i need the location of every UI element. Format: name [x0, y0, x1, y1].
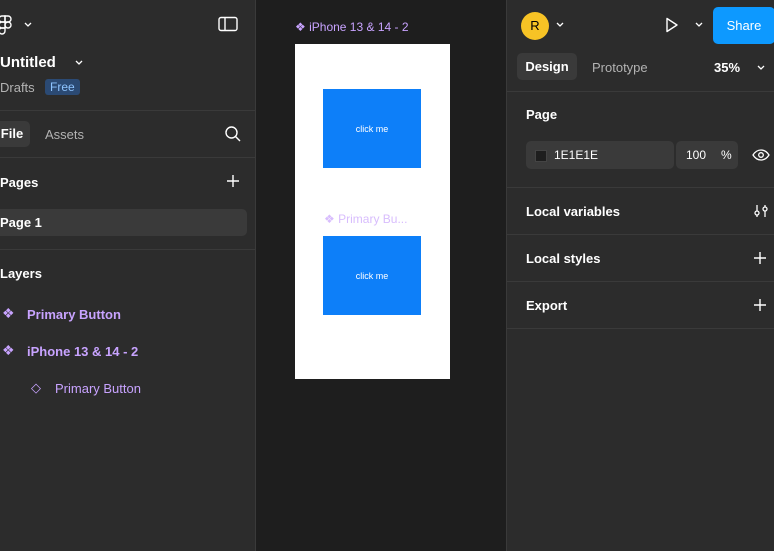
zoom-level[interactable]: 35%	[714, 60, 740, 75]
file-name[interactable]: Untitled	[0, 54, 56, 71]
color-swatch[interactable]	[535, 150, 547, 162]
component-icon: ❖	[2, 342, 15, 358]
tab-design[interactable]: Design	[517, 53, 577, 80]
opacity-field[interactable]: 100 %	[676, 141, 738, 169]
chevron-down-icon[interactable]	[556, 22, 564, 28]
component-icon: ❖	[295, 20, 306, 34]
button-text: click me	[355, 270, 389, 281]
page-section-heading: Page	[526, 107, 558, 122]
layers-panel: Untitled Drafts Free File Assets Pages P…	[0, 0, 256, 551]
figma-logo-icon	[0, 15, 12, 35]
zoom-chevron-icon[interactable]	[757, 65, 765, 71]
primary-button-instance[interactable]: click me	[323, 236, 421, 315]
toggle-sidebar-button[interactable]	[218, 16, 238, 34]
component-icon: ❖	[2, 305, 15, 321]
canvas[interactable]: ❖ iPhone 13 & 14 - 2 click me ❖ Primary …	[256, 0, 506, 551]
opacity-value: 100	[686, 148, 707, 162]
avatar[interactable]: R	[521, 12, 549, 40]
plan-badge: Free	[45, 79, 80, 95]
main-menu-button[interactable]	[0, 14, 36, 36]
button-text: click me	[355, 123, 389, 134]
frame-label[interactable]: ❖ iPhone 13 & 14 - 2	[295, 20, 409, 34]
background-color-field[interactable]: 1E1E1E	[526, 141, 674, 169]
add-page-icon[interactable]	[226, 174, 240, 188]
tab-assets[interactable]: Assets	[45, 127, 84, 142]
share-button[interactable]: Share	[713, 7, 774, 44]
eye-icon[interactable]	[752, 149, 770, 161]
properties-panel: R Share Design Prototype 35% Page 1E1E1E…	[506, 0, 774, 551]
pages-heading: Pages	[0, 175, 39, 190]
opacity-unit: %	[721, 148, 732, 162]
tab-file[interactable]: File	[0, 121, 30, 147]
add-export-icon[interactable]	[753, 298, 767, 312]
page-item-selected[interactable]: Page 1	[0, 209, 247, 236]
sidebar-icon	[218, 16, 238, 32]
layer-label: iPhone 13 & 14 - 2	[27, 344, 139, 359]
present-options-chevron-icon[interactable]	[695, 22, 703, 28]
layer-row[interactable]: ◇ Primary Button	[0, 378, 240, 398]
search-icon[interactable]	[224, 125, 242, 143]
component-label[interactable]: ❖ Primary Bu...	[324, 212, 407, 226]
layer-label: Primary Button	[27, 307, 121, 322]
export-heading[interactable]: Export	[526, 298, 567, 313]
file-menu-chevron-icon[interactable]	[75, 60, 83, 66]
layer-row[interactable]: ❖ iPhone 13 & 14 - 2	[0, 341, 240, 361]
iphone-frame[interactable]: click me ❖ Primary Bu... click me	[295, 44, 450, 379]
play-icon[interactable]	[665, 17, 679, 33]
component-label-text: Primary Bu...	[338, 212, 408, 226]
chevron-down-icon	[24, 22, 32, 27]
add-style-icon[interactable]	[753, 251, 767, 265]
component-icon: ❖	[324, 212, 335, 226]
instance-icon: ◇	[31, 380, 41, 395]
primary-button-component[interactable]: click me	[323, 89, 421, 168]
layers-heading: Layers	[0, 266, 42, 281]
local-variables-heading[interactable]: Local variables	[526, 204, 620, 219]
local-styles-heading[interactable]: Local styles	[526, 251, 600, 266]
page-item-label: Page 1	[0, 215, 42, 230]
tab-prototype[interactable]: Prototype	[592, 60, 648, 75]
layer-row[interactable]: ❖ Primary Button	[0, 304, 240, 324]
color-hex-value: 1E1E1E	[554, 148, 599, 162]
layer-label: Primary Button	[55, 381, 141, 396]
variables-icon[interactable]	[753, 204, 769, 218]
frame-label-text: iPhone 13 & 14 - 2	[309, 20, 409, 34]
file-location[interactable]: Drafts	[0, 80, 35, 95]
